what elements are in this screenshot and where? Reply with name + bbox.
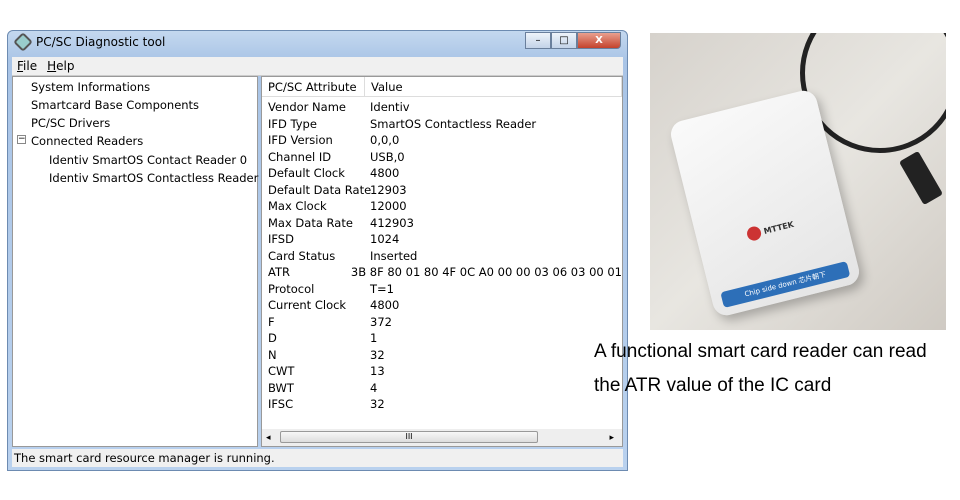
card-reader-photo: MTTEK Chip side down 芯片朝下 xyxy=(650,33,946,330)
table-row[interactable]: N 32 xyxy=(262,347,622,364)
table-row[interactable]: IFD Version 0,0,0 xyxy=(262,132,622,149)
table-row[interactable]: Vendor Name Identiv xyxy=(262,99,622,116)
value-cell: 13 xyxy=(370,364,385,378)
value-cell: Identiv xyxy=(370,100,410,114)
attribute-list: PC/SC Attribute Value Vendor Name Identiv… xyxy=(261,76,623,447)
value-cell: 32 xyxy=(370,347,385,362)
table-row[interactable]: BWT 4 xyxy=(262,380,622,397)
attribute-cell: Max Data Rate xyxy=(268,215,353,230)
attribute-cell: Current Clock xyxy=(268,298,347,312)
tree-item-system-informations[interactable]: System Informations xyxy=(31,80,150,94)
scroll-thumb[interactable]: III xyxy=(280,431,538,443)
reader-logo: MTTEK xyxy=(745,217,796,243)
caption-line-1: A functional smart card reader can read xyxy=(594,341,927,362)
table-row[interactable]: Default Clock 4800 xyxy=(262,165,622,182)
value-cell: USB,0 xyxy=(370,149,405,164)
collapse-icon[interactable]: − xyxy=(17,135,26,144)
tree-item-pcsc-drivers[interactable]: PC/SC Drivers xyxy=(31,116,110,130)
card-slot-label: Chip side down 芯片朝下 xyxy=(720,261,851,308)
attribute-cell: Max Clock xyxy=(268,199,327,213)
title-bar: PC/SC Diagnostic tool xyxy=(13,32,166,52)
table-row[interactable]: D1 xyxy=(262,330,622,347)
table-row[interactable]: IFD Type SmartOS Contactless Reader xyxy=(262,116,622,133)
value-cell: 412903 xyxy=(370,215,414,230)
value-cell: 1 xyxy=(370,331,378,345)
column-header-attribute[interactable]: PC/SC Attribute xyxy=(262,77,365,96)
value-cell: 1024 xyxy=(370,232,400,246)
attribute-cell: Default Clock xyxy=(268,166,345,180)
window-title: PC/SC Diagnostic tool xyxy=(36,35,166,49)
table-row[interactable]: Max Data Rate 412903 xyxy=(262,215,622,232)
menu-file[interactable]: File xyxy=(17,59,37,73)
attribute-cell: Vendor Name xyxy=(268,100,346,114)
app-window: PC/SC Diagnostic tool – □ X File Help Sy… xyxy=(7,30,628,471)
attribute-cell: Channel ID xyxy=(268,149,332,164)
table-row[interactable]: Default Data Rate 12903 xyxy=(262,182,622,199)
menu-help[interactable]: Help xyxy=(47,59,74,73)
table-row[interactable]: CWT 13 xyxy=(262,363,622,380)
table-row[interactable]: ATR 3B 8F 80 01 80 4F 0C A0 00 00 03 06 0… xyxy=(262,264,622,281)
attribute-cell: D xyxy=(268,331,277,345)
value-cell: 372 xyxy=(370,314,392,329)
scroll-right-arrow[interactable]: ▸ xyxy=(609,433,614,443)
tree-item-smartcard-base-components[interactable]: Smartcard Base Components xyxy=(31,98,199,112)
value-cell: Inserted xyxy=(370,248,418,263)
value-cell: 12903 xyxy=(370,182,407,197)
table-row[interactable]: Current Clock 4800 xyxy=(262,297,622,314)
attribute-cell: IFSC xyxy=(268,397,294,411)
usb-plug xyxy=(898,150,944,206)
attribute-cell: CWT xyxy=(268,364,295,378)
minimize-button[interactable]: – xyxy=(525,32,551,49)
value-cell: 32 xyxy=(370,397,385,411)
table-row[interactable]: F 372 xyxy=(262,314,622,331)
menu-bar: File Help xyxy=(12,57,623,76)
value-cell: SmartOS Contactless Reader xyxy=(370,116,537,131)
attribute-cell: IFD Version xyxy=(268,133,333,147)
maximize-button[interactable]: □ xyxy=(551,32,577,49)
horizontal-scrollbar[interactable]: ◂ III ▸ xyxy=(262,429,622,446)
tree-item-contactless-reader[interactable]: Identiv SmartOS Contactless Reader 0 xyxy=(49,171,269,185)
value-cell: 12000 xyxy=(370,199,407,213)
value-cell: 3B 8F 80 01 80 4F 0C A0 00 00 03 06 03 0… xyxy=(350,265,622,279)
attribute-cell: IFD Type xyxy=(268,116,317,131)
table-row[interactable]: IFSD 1024 xyxy=(262,231,622,248)
value-cell: 4800 xyxy=(370,166,400,180)
attribute-cell: N xyxy=(268,347,277,362)
table-row[interactable]: Channel ID USB,0 xyxy=(262,149,622,166)
table-row[interactable]: IFSC 32 xyxy=(262,396,622,413)
status-bar: The smart card resource manager is runni… xyxy=(12,449,623,467)
app-icon xyxy=(13,32,33,52)
attribute-cell: BWT xyxy=(268,380,294,395)
attribute-cell: Default Data Rate xyxy=(268,182,372,197)
table-row[interactable]: Protocol T=1 xyxy=(262,281,622,298)
value-cell: 4800 xyxy=(370,298,400,312)
attribute-cell: ATR xyxy=(268,265,290,279)
scroll-left-arrow[interactable]: ◂ xyxy=(266,433,271,443)
tree-item-connected-readers[interactable]: Connected Readers xyxy=(31,134,143,148)
caption-line-2: the ATR value of the IC card xyxy=(594,375,832,396)
table-row[interactable]: Max Clock 12000 xyxy=(262,198,622,215)
close-button[interactable]: X xyxy=(577,32,621,49)
table-row[interactable]: Card Status Inserted xyxy=(262,248,622,265)
value-cell: 0,0,0 xyxy=(370,133,400,147)
column-header-value[interactable]: Value xyxy=(365,77,622,96)
attribute-cell: F xyxy=(268,314,275,329)
attribute-cell: Card Status xyxy=(268,248,336,263)
attribute-cell: Protocol xyxy=(268,281,315,296)
tree-view: System Informations Smartcard Base Compo… xyxy=(12,76,269,447)
value-cell: 4 xyxy=(370,380,378,395)
tree-item-contact-reader[interactable]: Identiv SmartOS Contact Reader 0 xyxy=(49,153,247,167)
attribute-cell: IFSD xyxy=(268,232,294,246)
value-cell: T=1 xyxy=(370,281,394,296)
